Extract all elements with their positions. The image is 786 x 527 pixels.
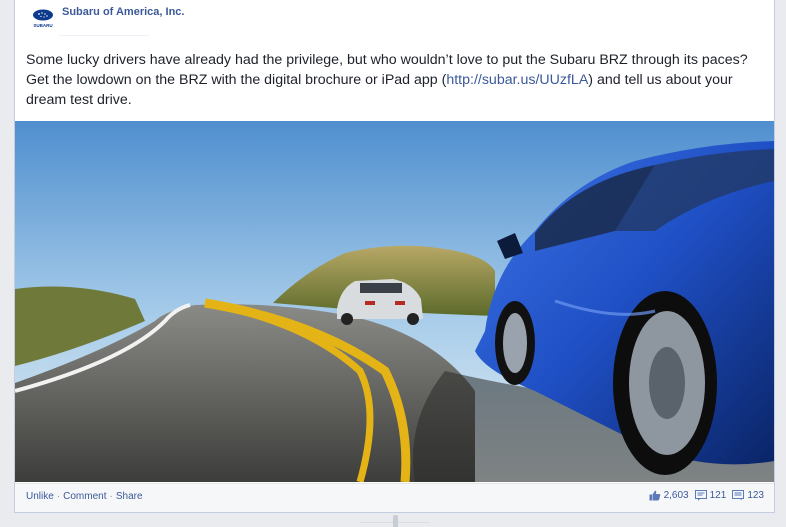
thumbs-up-icon xyxy=(649,490,660,501)
header-divider xyxy=(59,35,149,36)
separator: · xyxy=(109,491,113,502)
post-stats: 2,603 121 123 xyxy=(643,490,764,501)
comment-link[interactable]: Comment xyxy=(63,491,106,502)
page-name-link[interactable]: Subaru of America, Inc. xyxy=(62,6,184,18)
likes-count-link[interactable]: 2,603 xyxy=(649,490,689,501)
comment-bubble-icon xyxy=(732,490,745,501)
post-photo-brz-on-road[interactable] xyxy=(15,121,774,482)
avatar[interactable]: SUBARU xyxy=(30,6,56,30)
subaru-logo-icon: SUBARU xyxy=(33,9,53,28)
timeline-marker xyxy=(393,515,398,527)
comments-count-link[interactable]: 123 xyxy=(732,490,764,501)
comments-count: 123 xyxy=(747,490,764,501)
shares-count: 121 xyxy=(709,490,727,501)
post-header: SUBARU Subaru of America, Inc. xyxy=(15,0,774,40)
post-card: SUBARU Subaru of America, Inc. Some luck… xyxy=(14,0,775,513)
shares-count-link[interactable]: 121 xyxy=(694,490,727,501)
unlike-link[interactable]: Unlike xyxy=(26,491,54,502)
post-actions: Unlike · Comment · Share xyxy=(26,491,143,502)
separator: · xyxy=(56,491,61,502)
share-icon xyxy=(694,490,707,501)
likes-count: 2,603 xyxy=(663,490,689,501)
brochure-link[interactable]: http://subar.us/UUzfLA xyxy=(446,72,588,88)
share-link[interactable]: Share xyxy=(116,491,143,502)
post-message: Some lucky drivers have already had the … xyxy=(26,50,766,110)
post-footer: Unlike · Comment · Share 2,603 121 123 xyxy=(15,483,774,512)
avatar-text: SUBARU xyxy=(33,23,52,28)
